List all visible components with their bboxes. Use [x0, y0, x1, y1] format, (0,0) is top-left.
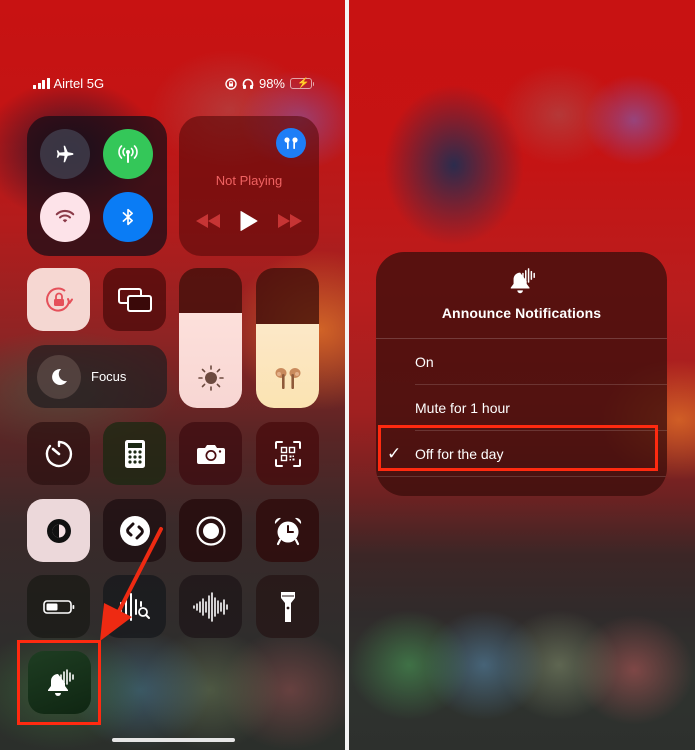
annotation-highlight-box: [378, 425, 658, 471]
carrier-label: Airtel 5G: [53, 76, 105, 91]
wifi-button[interactable]: [40, 192, 90, 242]
menu-title: Announce Notifications: [441, 305, 602, 321]
calculator-button[interactable]: [103, 422, 166, 485]
annotation-arrow-icon: [100, 527, 163, 641]
screen-mirroring-button[interactable]: [103, 268, 166, 331]
media-title: Not Playing: [215, 173, 283, 188]
focus-button[interactable]: Focus: [27, 345, 167, 408]
signal-icon: [33, 78, 50, 89]
voice-memos-button[interactable]: [179, 575, 242, 638]
orientation-lock-icon: [225, 77, 237, 90]
rewind-icon[interactable]: [196, 214, 220, 228]
qr-code-icon: [274, 440, 301, 467]
airpods-icon: [275, 368, 300, 389]
record-icon: [195, 515, 226, 546]
waveform-icon: [192, 591, 228, 622]
bluetooth-icon: [122, 208, 133, 226]
annotation-highlight-box: [17, 640, 101, 725]
home-indicator[interactable]: [112, 738, 235, 742]
flashlight-icon: [280, 591, 295, 622]
menu-item-label: Mute for 1 hour: [415, 400, 510, 416]
battery-charging-icon: ⚡: [290, 78, 314, 89]
menu-item-on[interactable]: On: [376, 339, 667, 385]
airplane-icon: [56, 145, 74, 163]
orientation-lock-icon: [45, 287, 73, 312]
control-center-panel: Airtel 5G 98% ⚡ Not Playing Focus: [0, 0, 345, 750]
status-bar: Airtel 5G 98% ⚡: [0, 76, 345, 96]
sun-icon: [197, 365, 224, 391]
screen-recording-button[interactable]: [179, 499, 242, 562]
focus-label: Focus: [91, 369, 127, 384]
announce-notifications-panel: Announce Notifications On Mute for 1 hou…: [349, 0, 695, 750]
menu-item-label: On: [415, 354, 434, 370]
bluetooth-button[interactable]: [103, 192, 153, 242]
moon-icon: [52, 368, 67, 385]
audio-output-button[interactable]: [276, 128, 306, 158]
screen-mirroring-icon: [117, 287, 152, 312]
play-icon[interactable]: [240, 211, 258, 231]
volume-slider[interactable]: [256, 268, 319, 408]
timer-button[interactable]: [27, 422, 90, 485]
airpods-icon: [284, 137, 298, 149]
menu-item-divider: [376, 476, 667, 477]
brightness-slider[interactable]: [179, 268, 242, 408]
cellular-data-button[interactable]: [103, 129, 153, 179]
calculator-icon: [124, 439, 145, 468]
alarm-clock-icon: [274, 517, 301, 545]
dark-mode-toggle[interactable]: [27, 499, 90, 562]
camera-icon: [196, 444, 225, 464]
bell-waveform-icon: [510, 268, 535, 294]
fast-forward-icon[interactable]: [278, 214, 302, 228]
airplane-mode-button[interactable]: [40, 129, 90, 179]
battery-percent: 98%: [258, 76, 285, 91]
battery-icon: [42, 599, 74, 614]
now-playing-module[interactable]: Not Playing: [179, 116, 319, 256]
low-power-mode-button[interactable]: [27, 575, 90, 638]
wifi-icon: [55, 209, 75, 223]
orientation-lock-toggle[interactable]: [27, 268, 90, 331]
menu-header: Announce Notifications: [376, 252, 667, 338]
antenna-icon: [118, 145, 138, 163]
dark-mode-icon: [46, 518, 71, 543]
headphones-icon: [242, 78, 254, 89]
flashlight-button[interactable]: [256, 575, 319, 638]
connectivity-group: [27, 116, 167, 256]
timer-icon: [45, 440, 72, 467]
focus-icon-circle: [37, 354, 81, 399]
code-scanner-button[interactable]: [256, 422, 319, 485]
alarm-button[interactable]: [256, 499, 319, 562]
brightness-level: [179, 312, 242, 408]
camera-button[interactable]: [179, 422, 242, 485]
